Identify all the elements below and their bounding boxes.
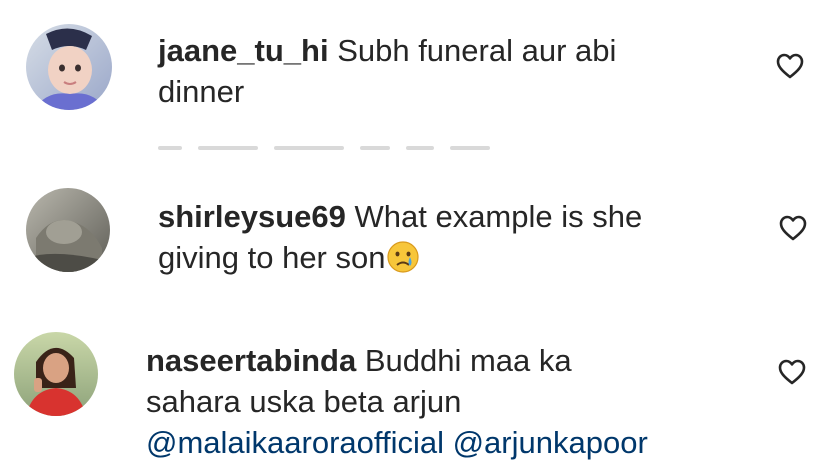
comment-body: Buddhi maa ka [364, 343, 572, 378]
comment-text: naseertabinda Buddhi maa ka sahara uska … [146, 340, 648, 463]
comment-text: jaane_tu_hi Subh funeral aur abi dinner [158, 30, 616, 112]
like-heart-icon[interactable] [778, 214, 808, 242]
user-avatar[interactable] [26, 24, 112, 110]
comment-username[interactable]: naseertabinda [146, 343, 356, 378]
comment-body-cont: sahara uska beta arjun [146, 384, 462, 419]
avatar-child-photo-icon [26, 24, 112, 110]
avatar-photo-icon [26, 188, 110, 272]
comment-body: Subh funeral aur abi [337, 33, 617, 68]
user-avatar[interactable] [14, 332, 98, 416]
comment-username[interactable]: jaane_tu_hi [158, 33, 329, 68]
avatar-woman-photo-icon [14, 332, 98, 416]
crying-face-emoji-icon [386, 240, 420, 274]
like-heart-icon[interactable] [775, 52, 805, 80]
comment-body-cont: dinner [158, 74, 245, 109]
comment-text: shirleysue69 What example is she giving … [158, 196, 642, 278]
partially-hidden-text [158, 140, 658, 154]
comment-username[interactable]: shirleysue69 [158, 199, 346, 234]
user-avatar[interactable] [26, 188, 110, 272]
like-heart-icon[interactable] [777, 358, 807, 386]
comment-body-cont: giving to her son [158, 240, 386, 275]
comment-mentions[interactable]: @malaikaaroraofficial @arjunkapoor [146, 425, 648, 460]
comment-body: What example is she [354, 199, 643, 234]
